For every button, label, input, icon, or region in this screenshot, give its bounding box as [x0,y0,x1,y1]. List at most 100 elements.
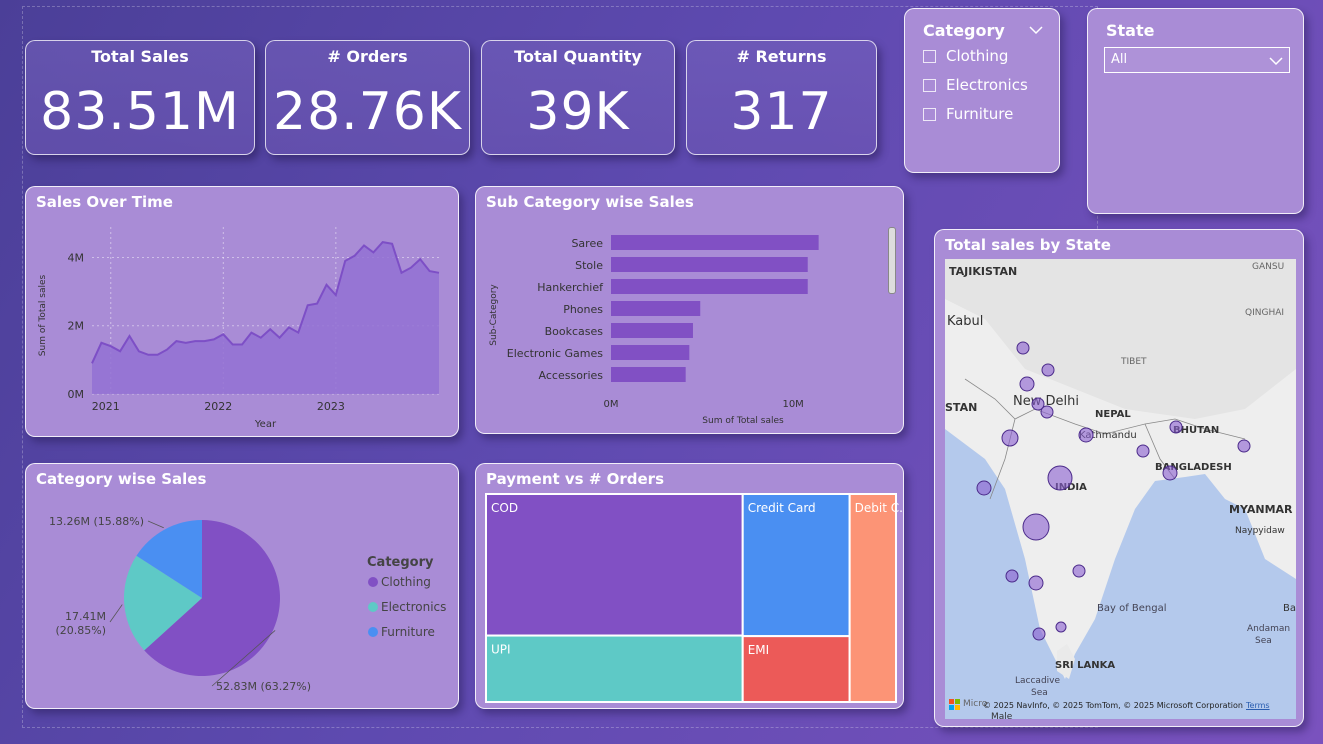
sub-category-card[interactable]: Sub Category wise Sales Saree Stole Hanker… [475,186,904,434]
y-tick-label: 0M [68,388,85,401]
chevron-down-icon[interactable] [1029,25,1043,35]
kpi-title: Total Sales [91,47,189,66]
map-place-label: Sea [1031,688,1048,698]
map-place-label: SRI LANKA [1055,660,1115,671]
kpi-total-sales[interactable]: Total Sales 83.51M [25,40,255,155]
category-slicer[interactable]: Category Clothing Electronics Furniture [904,8,1060,173]
slice-data-label: 17.41M [65,610,106,623]
kpi-title: Total Quantity [514,47,642,66]
payment-card[interactable]: Payment vs # Orders COD UPI Credit Card EMI… [475,463,904,709]
sales-over-time-card[interactable]: Sales Over Time 0M 2M 4M 2021 2022 2023 Year Su… [25,186,459,437]
slice-data-label: 13.26M (15.88%) [49,515,144,528]
treemap-tile [485,634,744,703]
y-axis-label: Sum of Total sales [38,275,48,357]
treemap-tile [741,493,851,638]
x-tick-label: 10M [782,399,803,410]
bar-category-label: Hankerchief [537,281,604,294]
map-terms-link[interactable]: Terms [1246,701,1270,710]
option-label: Electronics [946,76,1028,94]
map-place-label: NEPAL [1095,409,1131,420]
map-place-label: TIBET [1120,357,1147,367]
map-place-label: Sea [1255,636,1272,646]
kpi-value: 39K [526,82,630,142]
slicer-title: Category [923,21,1005,40]
bar-category-label: Stole [575,259,603,272]
microsoft-logo-icon [949,699,960,710]
legend-item: Clothing [381,575,431,589]
map-copyright: © 2025 NavInfo, © 2025 TomTom, © 2025 Mi… [983,701,1243,710]
leader-line [109,604,123,623]
x-axis-label: Year [254,419,277,430]
slicer-option-electronics[interactable]: Electronics [923,76,1028,94]
map-bubble [1019,376,1035,392]
bar [611,367,686,382]
map-place-label: Laccadive [1015,676,1060,686]
y-axis-label: Sub-Category [489,284,499,346]
map-place-label: QINGHAI [1245,308,1284,318]
sub-category-chart: Saree Stole Hankerchief Phones Bookcases Elec… [489,235,819,426]
map-card[interactable]: Total sales by State TAJIKISTAN GANSU Kabu… [934,229,1304,727]
bar-category-label: Electronic Games [507,347,603,360]
kpi-returns[interactable]: # Returns 317 [686,40,877,155]
slicer-title: State [1106,21,1155,40]
map-bubble [1005,569,1019,583]
x-tick-label: 2021 [92,400,120,413]
treemap-label: Debit C... [855,501,903,515]
legend-marker [368,577,378,587]
state-dropdown[interactable]: All [1104,47,1290,73]
map-place-label: STAN [945,401,977,414]
state-slicer[interactable]: State All [1087,8,1304,214]
map-bubble [1169,420,1183,434]
checkbox[interactable] [923,78,936,92]
x-tick-label: 2022 [204,400,232,413]
treemap-label: UPI [491,643,511,657]
map-bubble [1162,465,1178,481]
map-place-label: Naypyidaw [1235,526,1285,536]
map-bubble [976,480,992,496]
scrollbar-thumb[interactable] [888,227,896,294]
map-bubble [1032,627,1046,641]
map-bubble [1047,465,1073,491]
x-axis-label: Sum of Total sales [702,416,784,426]
bar-category-label: Saree [571,237,603,250]
map-bubble [1001,429,1019,447]
option-label: Furniture [946,105,1014,123]
map-bubble [1237,439,1251,453]
y-tick-label: 2M [68,320,85,333]
sales-over-time-chart: 0M 2M 4M 2021 2022 2023 Year Sum of Total sales [38,227,440,430]
map-bubble [1040,405,1054,419]
bar [611,279,808,294]
kpi-title: # Orders [327,47,408,66]
kpi-value: 317 [730,82,833,142]
state-map[interactable]: TAJIKISTAN GANSUKabulQINGHAITIBETSTAN New … [945,259,1296,719]
slicer-option-furniture[interactable]: Furniture [923,105,1013,123]
bar [611,301,701,316]
checkbox[interactable] [923,49,936,63]
map-bubble [1072,564,1086,578]
bar [611,345,690,360]
kpi-orders[interactable]: # Orders 28.76K [265,40,470,155]
bar [611,257,808,272]
legend-item: Furniture [381,625,435,639]
category-card[interactable]: Category wise Sales 52.83M (63.27%) 17.41… [25,463,459,709]
area-fill [92,242,439,394]
treemap-label: EMI [748,643,769,657]
map-place-label: Andaman [1247,624,1290,634]
bar-category-label: Bookcases [545,325,604,338]
map-bubble [1078,427,1094,443]
kpi-value: 28.76K [273,82,462,142]
map-bubble [1055,621,1067,633]
legend-title: Category [367,555,434,570]
legend-item: Electronics [381,600,446,614]
map-place-label: Kabul [947,314,983,329]
slicer-option-clothing[interactable]: Clothing [923,47,1008,65]
checkbox[interactable] [923,107,936,121]
option-label: Clothing [946,47,1009,65]
map-bubble [1016,341,1030,355]
bar [611,235,819,250]
kpi-value: 83.51M [40,82,240,142]
bar-category-label: Accessories [539,369,604,382]
map-place-label: Ba [1283,603,1296,614]
kpi-total-quantity[interactable]: Total Quantity 39K [481,40,675,155]
treemap-tile [485,493,744,637]
